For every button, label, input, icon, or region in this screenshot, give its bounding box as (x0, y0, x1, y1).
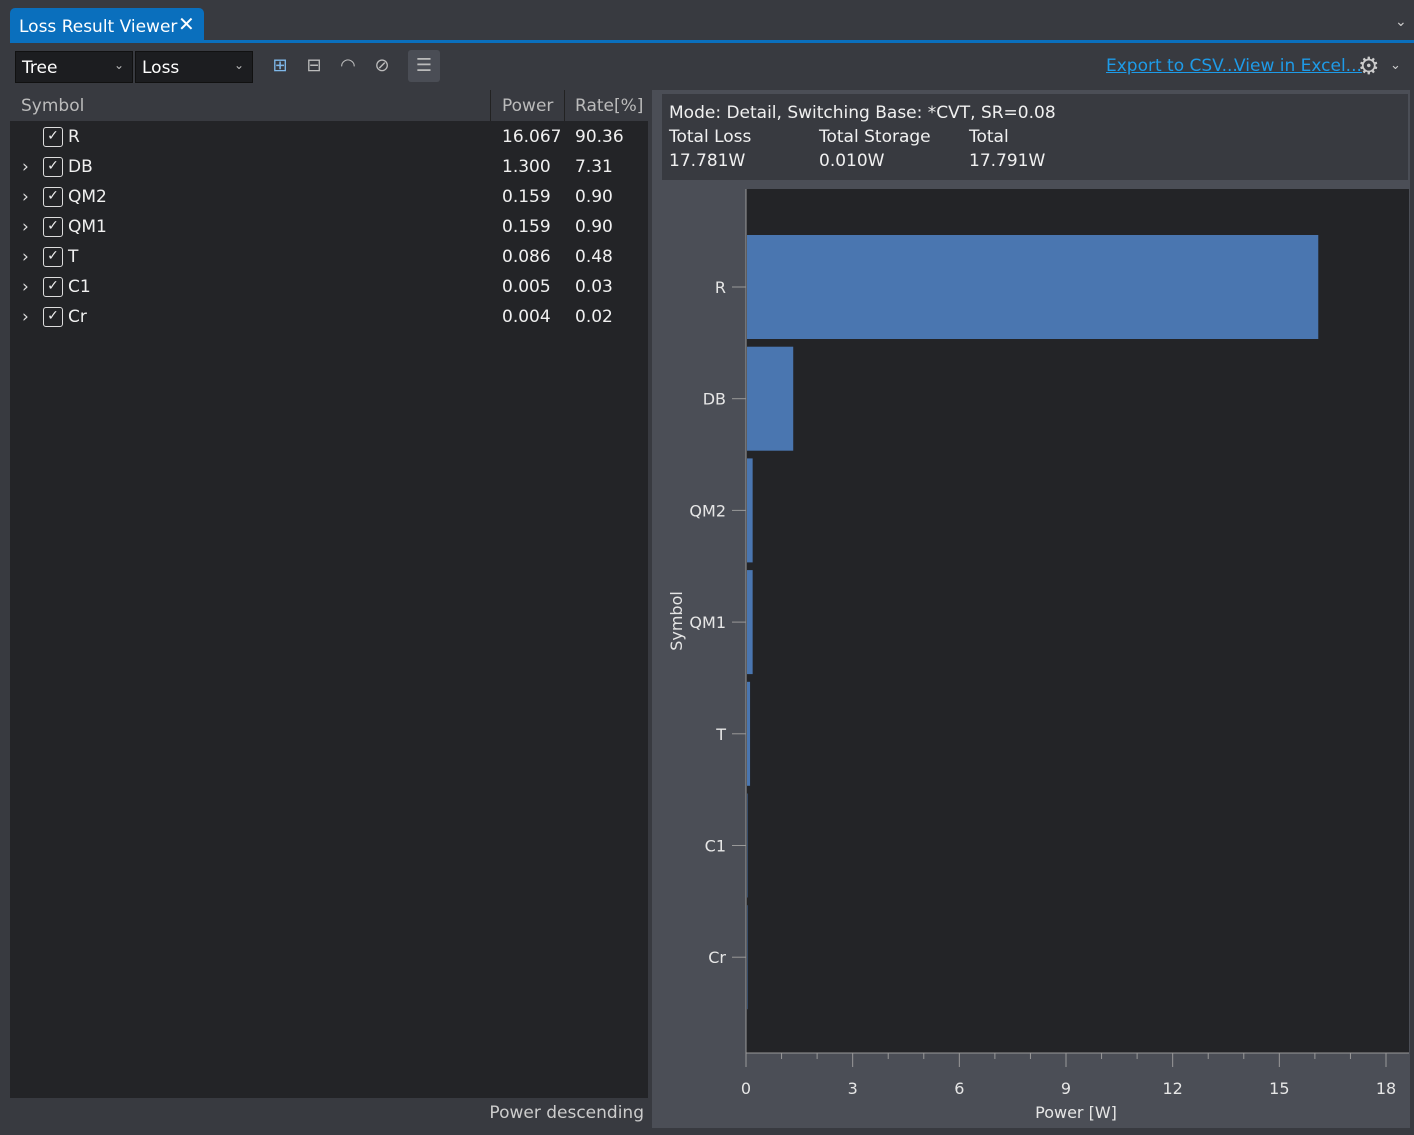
bar-Cr (747, 905, 748, 1010)
table-row[interactable]: › ✓ QM1 0.159 0.90 (10, 212, 648, 242)
x-axis-label: Power [W] (1035, 1103, 1117, 1122)
bar-QM1 (747, 570, 753, 675)
checkbox[interactable]: ✓ (43, 187, 63, 207)
table-row[interactable]: › ✓ T 0.086 0.48 (10, 242, 648, 272)
close-icon[interactable]: ✕ (178, 12, 195, 36)
chevron-right-icon[interactable]: › (22, 157, 29, 177)
symbol-cell: DB (68, 157, 93, 177)
rate-cell: 7.31 (575, 157, 613, 177)
table-row[interactable]: › ✓ C1 0.005 0.03 (10, 272, 648, 302)
bar-DB (747, 346, 794, 451)
x-tick-label: 0 (741, 1079, 751, 1098)
symbol-cell: R (68, 127, 80, 147)
x-tick-label: 12 (1162, 1079, 1182, 1098)
rate-cell: 0.90 (575, 217, 613, 237)
rate-cell: 0.90 (575, 187, 613, 207)
column-header-power[interactable]: Power (502, 96, 553, 116)
table-row[interactable]: › ✓ QM2 0.159 0.90 (10, 182, 648, 212)
checkbox[interactable]: ✓ (43, 217, 63, 237)
y-tick-label: DB (703, 390, 726, 409)
y-tick-label: Cr (708, 948, 726, 967)
rate-cell: 0.48 (575, 247, 613, 267)
rate-cell: 0.03 (575, 277, 613, 297)
x-tick-label: 9 (1061, 1079, 1071, 1098)
table-header: Symbol Power Rate[%] (10, 90, 648, 121)
rate-cell: 0.02 (575, 307, 613, 327)
chart-panel: Mode: Detail, Switching Base: *CVT, SR=0… (652, 90, 1410, 1128)
power-cell: 0.159 (502, 187, 551, 207)
column-header-symbol[interactable]: Symbol (21, 96, 84, 116)
chevron-right-icon[interactable]: › (22, 217, 29, 237)
chevron-down-icon: ⌄ (233, 58, 244, 72)
power-cell: 1.300 (502, 157, 551, 177)
power-cell: 0.159 (502, 217, 551, 237)
sort-status: Power descending (10, 1098, 648, 1128)
chevron-right-icon[interactable]: › (22, 307, 29, 327)
expand-all-icon[interactable]: ⊞ (266, 52, 294, 80)
symbol-cell: Cr (68, 307, 87, 327)
type-select-value: Loss (142, 58, 180, 78)
chevron-down-icon: ⌄ (113, 58, 124, 72)
y-axis-label: Symbol (667, 591, 686, 651)
power-cell: 0.005 (502, 277, 551, 297)
x-tick-label: 3 (848, 1079, 858, 1098)
gear-icon[interactable]: ⚙ (1358, 52, 1380, 80)
symbol-cell: QM2 (68, 187, 107, 207)
table-row[interactable]: ✓ R 16.067 90.36 (10, 122, 648, 152)
bar-C1 (747, 793, 748, 898)
bar-T (747, 681, 751, 786)
chevron-right-icon[interactable]: › (22, 277, 29, 297)
y-tick-label: T (715, 725, 726, 744)
table-row[interactable]: › ✓ DB 1.300 7.31 (10, 152, 648, 182)
chevron-down-icon[interactable]: ⌄ (1395, 14, 1407, 30)
view-select-value: Tree (22, 58, 58, 78)
tab-title: Loss Result Viewer (19, 17, 178, 37)
y-tick-label: QM2 (689, 501, 726, 520)
checkbox[interactable]: ✓ (43, 157, 63, 177)
rate-cell: 90.36 (575, 127, 624, 147)
export-csv-link[interactable]: Export to CSV... (1106, 56, 1238, 76)
view-select[interactable]: Tree ⌄ (15, 51, 133, 83)
x-tick-label: 15 (1269, 1079, 1289, 1098)
power-cell: 0.004 (502, 307, 551, 327)
y-tick-label: R (715, 278, 726, 297)
x-tick-label: 18 (1376, 1079, 1396, 1098)
hide-icon[interactable]: ⊘ (368, 52, 396, 80)
symbol-cell: C1 (68, 277, 91, 297)
fit-columns-icon[interactable]: ☰ (408, 50, 440, 82)
y-tick-label: QM1 (689, 613, 726, 632)
chevron-right-icon[interactable]: › (22, 187, 29, 207)
table-row[interactable]: › ✓ Cr 0.004 0.02 (10, 302, 648, 332)
loss-table: Symbol Power Rate[%] ✓ R 16.067 90.36 › ✓ DB 1.… (10, 90, 648, 1128)
type-select[interactable]: Loss ⌄ (135, 51, 253, 83)
chevron-right-icon[interactable]: › (22, 247, 29, 267)
column-header-rate[interactable]: Rate[%] (575, 96, 643, 116)
bar-QM2 (747, 458, 753, 563)
tab-loss-result-viewer[interactable]: Loss Result Viewer ✕ (10, 8, 204, 42)
checkbox[interactable]: ✓ (43, 307, 63, 327)
tab-underline (10, 40, 1414, 43)
power-cell: 16.067 (502, 127, 562, 147)
chevron-down-icon[interactable]: ⌄ (1390, 58, 1401, 73)
y-tick-label: C1 (705, 837, 726, 856)
checkbox[interactable]: ✓ (43, 247, 63, 267)
x-tick-label: 6 (954, 1079, 964, 1098)
view-excel-link[interactable]: View in Excel... (1234, 56, 1362, 76)
symbol-cell: QM1 (68, 217, 107, 237)
power-cell: 0.086 (502, 247, 551, 267)
power-bar-chart: R DB QM2 QM1 T C1 Cr 0 3 6 9 12 15 18 Power [W] Symbol (667, 189, 1409, 1122)
checkbox[interactable]: ✓ (43, 127, 63, 147)
collapse-all-icon[interactable]: ⊟ (300, 52, 328, 80)
symbol-cell: T (68, 247, 79, 267)
show-icon[interactable]: ◠ (334, 52, 362, 80)
bar-R (747, 235, 1319, 339)
checkbox[interactable]: ✓ (43, 277, 63, 297)
